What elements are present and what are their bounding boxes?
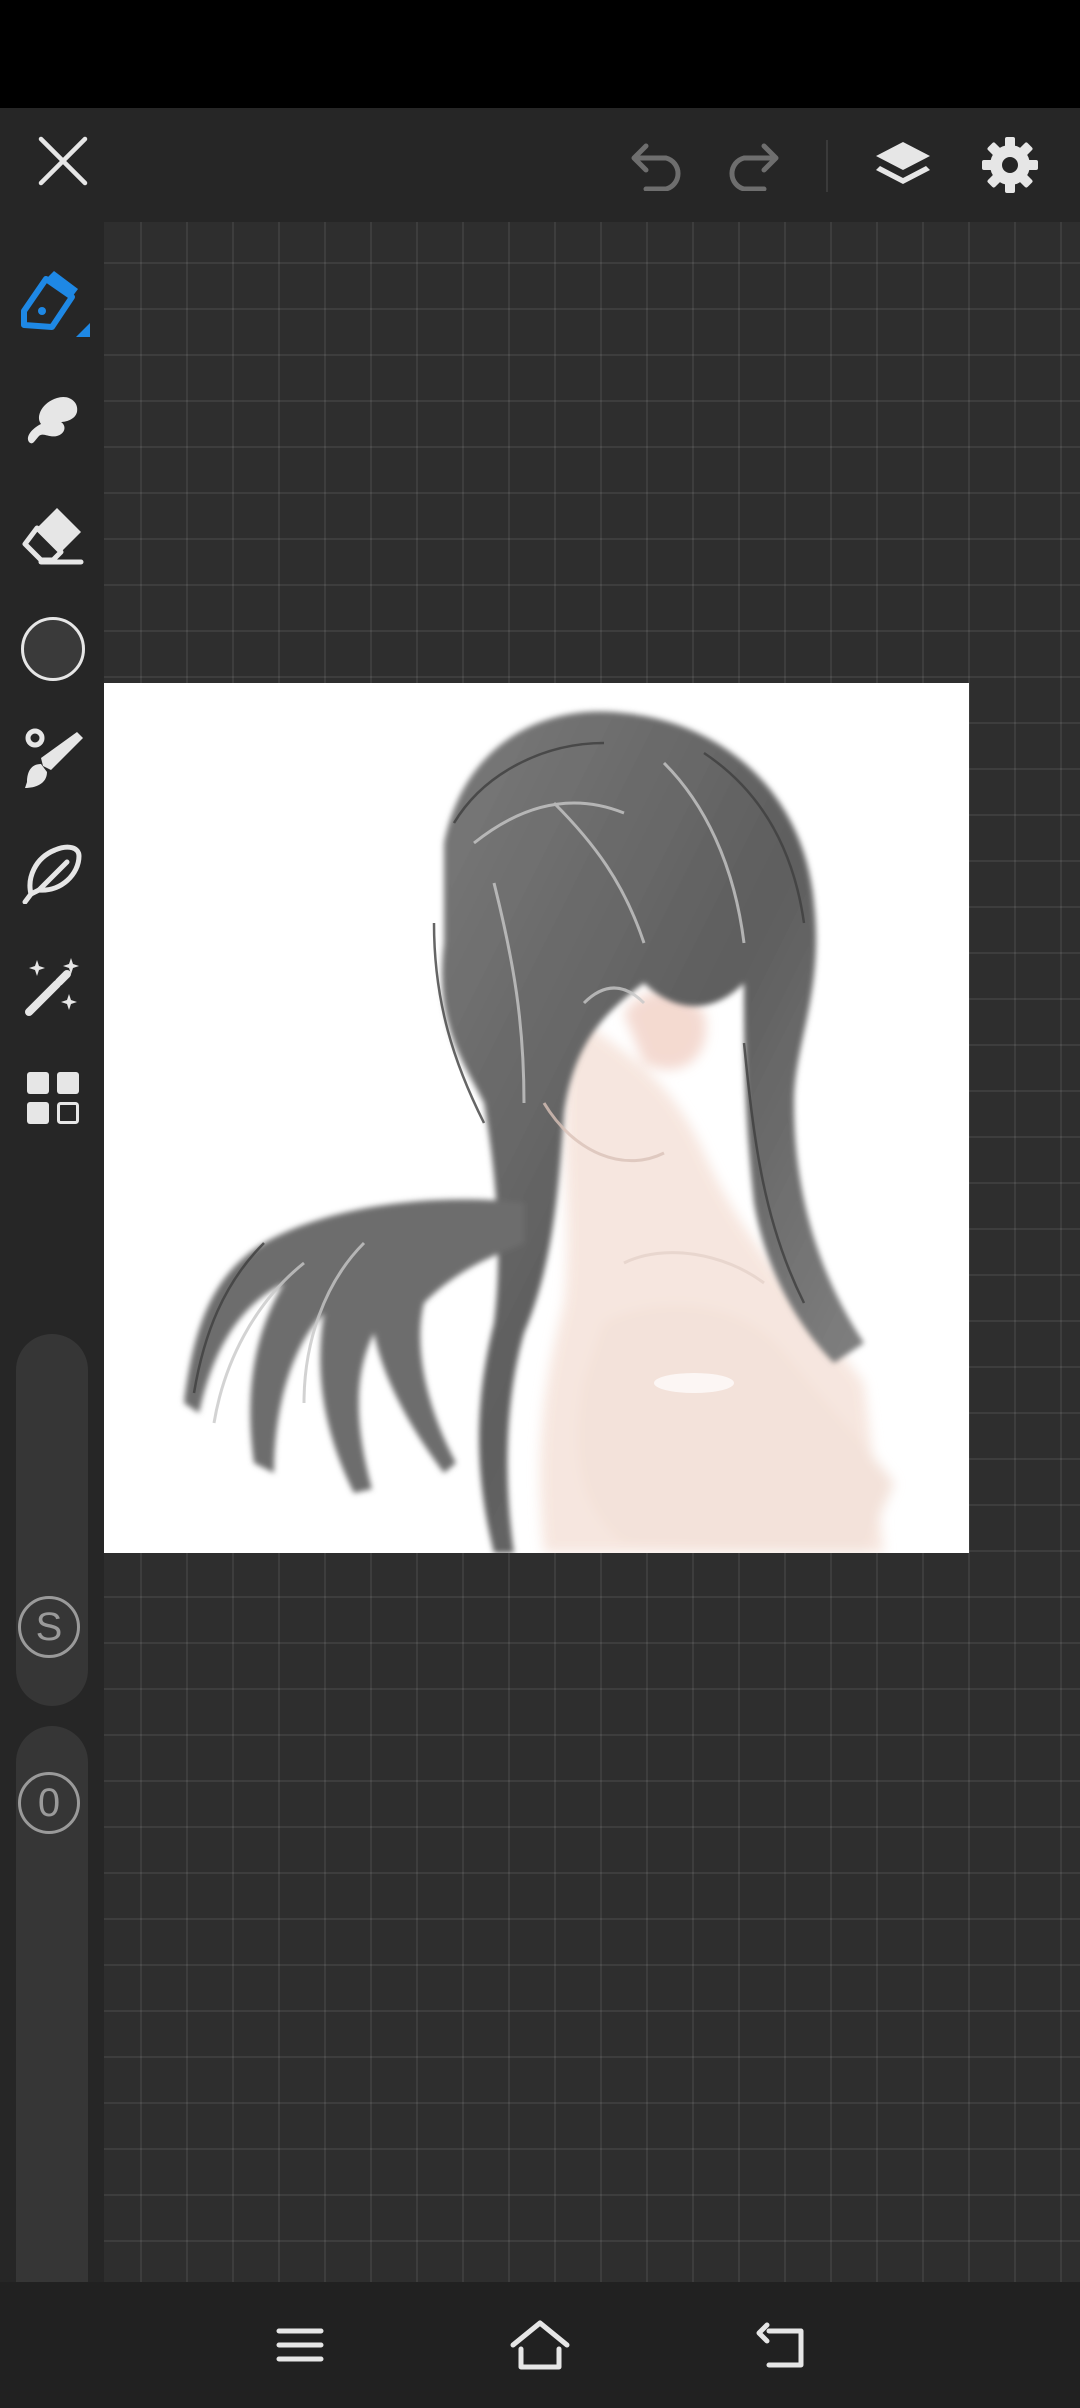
size-indicator: S — [18, 1596, 80, 1658]
drawing-canvas[interactable] — [104, 683, 969, 1553]
menu-icon — [276, 2328, 324, 2362]
tool-sidebar: S 0 — [0, 222, 104, 2362]
tool-magic[interactable] — [14, 950, 92, 1022]
tool-smudge[interactable] — [14, 382, 92, 454]
undo-button[interactable] — [620, 134, 694, 198]
home-icon — [510, 2320, 570, 2370]
opacity-indicator: 0 — [18, 1772, 80, 1834]
tool-more[interactable] — [14, 1062, 92, 1134]
status-bar — [0, 0, 1080, 108]
back-button[interactable] — [742, 2310, 818, 2380]
home-button[interactable] — [502, 2310, 578, 2380]
eraser-icon — [22, 508, 84, 565]
smudge-icon — [27, 396, 78, 444]
brush-icon — [25, 728, 83, 788]
workspace-grid[interactable] — [104, 222, 1080, 2282]
close-button[interactable] — [30, 128, 96, 194]
system-nav-bar — [0, 2282, 1080, 2408]
top-toolbar — [0, 108, 1080, 222]
menu-button[interactable] — [262, 2310, 338, 2380]
tool-brush[interactable] — [14, 722, 92, 794]
lasso-icon — [22, 844, 82, 904]
color-picker-button[interactable] — [14, 610, 92, 688]
back-icon — [756, 2322, 804, 2368]
pen-icon — [21, 271, 90, 337]
redo-button[interactable] — [716, 134, 790, 198]
grid-icon — [27, 1072, 79, 1124]
toolbar-divider — [826, 140, 828, 192]
tool-lasso[interactable] — [14, 836, 92, 908]
artwork — [184, 711, 894, 1553]
redo-icon — [729, 143, 779, 191]
layers-button[interactable] — [866, 130, 940, 200]
magic-wand-icon — [25, 958, 79, 1016]
tool-pen[interactable] — [14, 266, 92, 338]
layers-icon — [876, 142, 930, 184]
color-swatch — [21, 617, 85, 681]
tool-eraser[interactable] — [14, 498, 92, 570]
close-icon — [38, 136, 88, 186]
settings-icon — [982, 137, 1038, 193]
settings-button[interactable] — [974, 130, 1046, 200]
undo-icon — [631, 143, 681, 191]
